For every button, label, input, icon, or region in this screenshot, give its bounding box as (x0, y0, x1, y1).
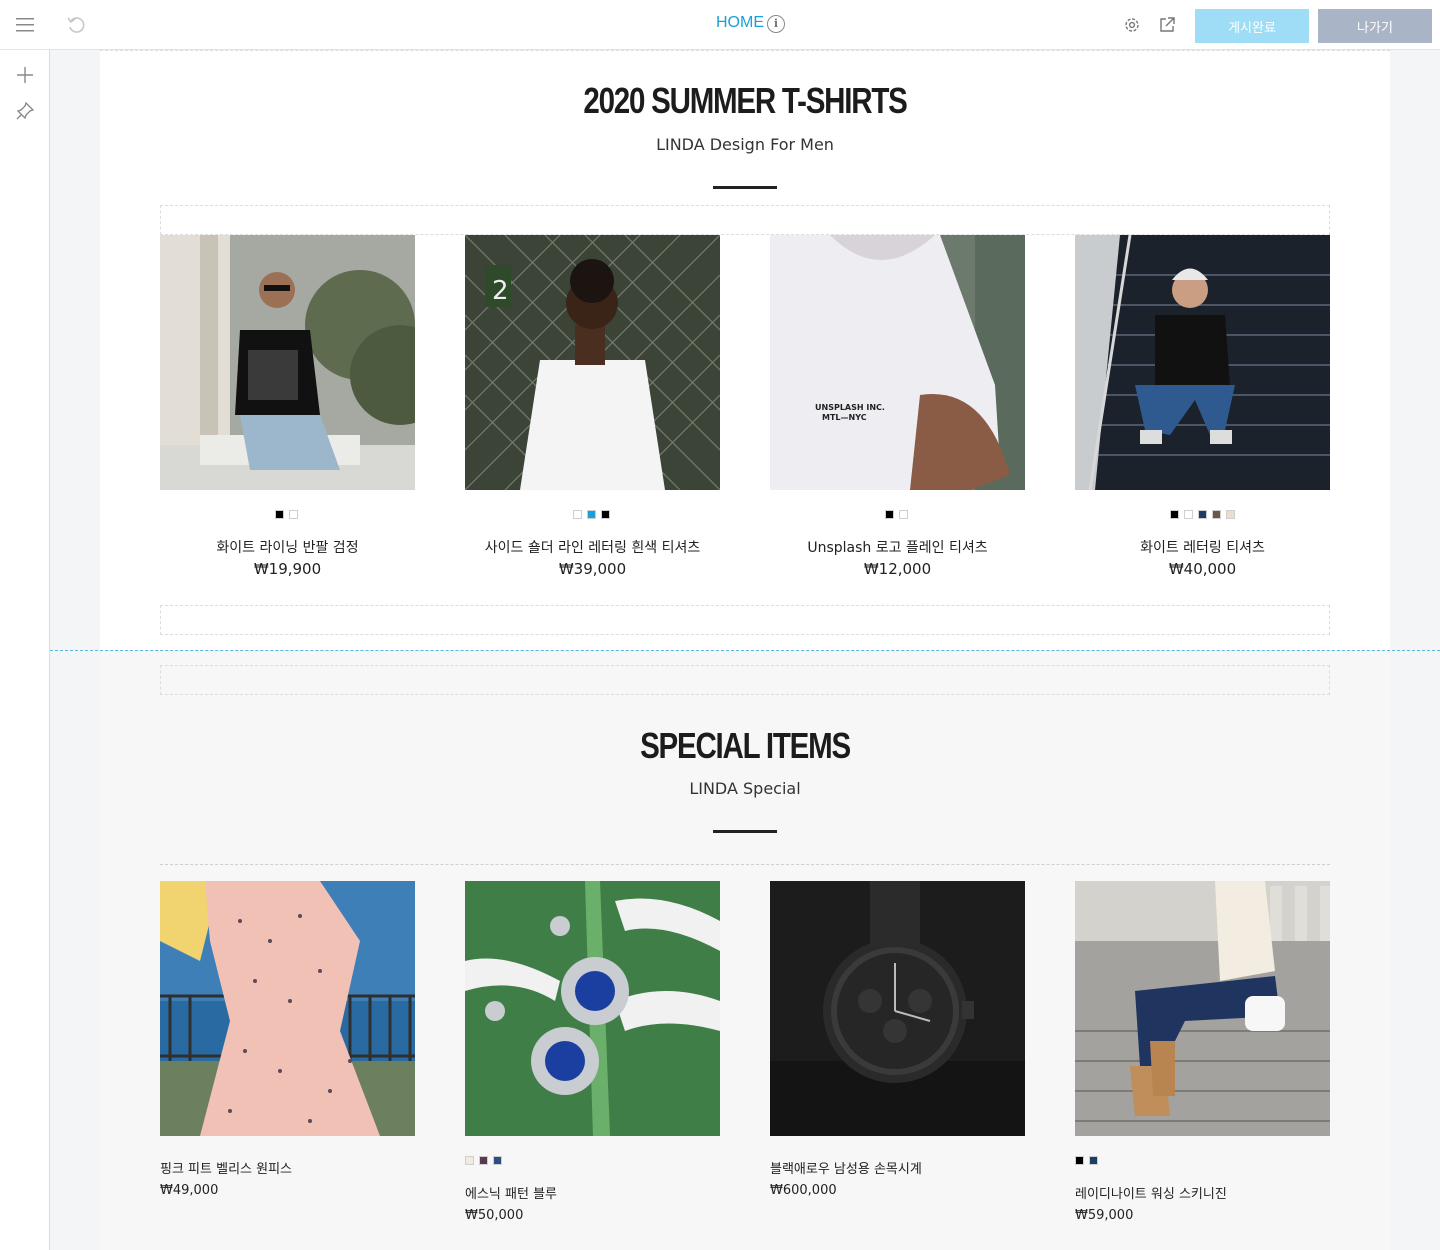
product-image[interactable] (160, 235, 415, 490)
product-image[interactable] (160, 881, 415, 1136)
swatch-white[interactable] (1184, 510, 1193, 519)
product-price: ₩50,000 (465, 1208, 524, 1223)
left-sidebar (0, 50, 50, 1250)
page-name-title[interactable]: HOME (716, 14, 764, 32)
color-swatches (573, 510, 610, 519)
product-name[interactable]: 블랙애로우 남성용 손목시계 (770, 1158, 922, 1177)
section-special-items[interactable]: SPECIAL ITEMS LINDA Special 핑크 피트 벨리스 원피… (100, 651, 1390, 1250)
swatch-blue[interactable] (493, 1156, 502, 1165)
section-subtitle[interactable]: LINDA Design For Men (100, 135, 1390, 154)
product-card[interactable]: 핑크 피트 벨리스 원피스 ₩49,000 (160, 881, 415, 1211)
product-price: ₩12,000 (863, 560, 932, 578)
product-name[interactable]: Unsplash 로고 플레인 티셔츠 (770, 537, 1025, 557)
product-image[interactable]: UNSPLASH INC. MTL—NYC (770, 235, 1025, 490)
section-subtitle[interactable]: LINDA Special (100, 779, 1390, 798)
product-price: ₩49,000 (160, 1183, 219, 1198)
drop-zone-top[interactable] (160, 665, 1330, 695)
section-title[interactable]: SPECIAL ITEMS (216, 725, 1274, 767)
title-underline (713, 186, 777, 189)
section-divider (160, 864, 1330, 865)
swatch-beige[interactable] (1226, 510, 1235, 519)
swatch-cream[interactable] (465, 1156, 474, 1165)
swatch-brown[interactable] (1212, 510, 1221, 519)
product-price: ₩39,000 (558, 560, 627, 578)
product-image[interactable]: 2 (465, 235, 720, 490)
swatch-black[interactable] (275, 510, 284, 519)
color-swatches (1075, 1156, 1098, 1165)
swatch-black[interactable] (1170, 510, 1179, 519)
section-summer-tshirts[interactable]: 2020 SUMMER T-SHIRTS LINDA Design For Me… (100, 50, 1390, 650)
svg-text:UNSPLASH INC.: UNSPLASH INC. (815, 403, 885, 412)
product-card[interactable]: 에스닉 패턴 블루 ₩50,000 (465, 881, 720, 1231)
publish-button[interactable]: 게시완료 (1195, 9, 1309, 43)
swatch-black[interactable] (601, 510, 610, 519)
product-price: ₩600,000 (770, 1183, 837, 1198)
drop-zone-bottom[interactable] (160, 605, 1330, 635)
swatch-black[interactable] (885, 510, 894, 519)
swatch-blue[interactable] (587, 510, 596, 519)
swatch-white[interactable] (573, 510, 582, 519)
section-selection-line (50, 650, 1440, 651)
design-pin-icon[interactable] (13, 99, 37, 123)
color-swatches (1170, 510, 1235, 519)
undo-icon[interactable] (64, 13, 88, 37)
color-swatches (465, 1156, 502, 1165)
info-icon[interactable]: i (767, 15, 785, 33)
product-card[interactable]: 블랙애로우 남성용 손목시계 ₩600,000 (770, 881, 1025, 1211)
color-swatches (885, 510, 908, 519)
swatch-white[interactable] (289, 510, 298, 519)
exit-button[interactable]: 나가기 (1318, 9, 1432, 43)
product-price: ₩19,900 (253, 560, 322, 578)
product-image[interactable] (770, 881, 1025, 1136)
top-toolbar: HOME i 게시완료 나가기 (0, 0, 1440, 50)
title-underline (713, 830, 777, 833)
settings-icon[interactable] (1120, 13, 1144, 37)
product-name[interactable]: 화이트 레터링 티셔츠 (1075, 537, 1330, 557)
add-icon[interactable] (13, 63, 37, 87)
color-swatches (275, 510, 298, 519)
section-divider (100, 50, 1390, 51)
product-image[interactable] (1075, 881, 1330, 1136)
product-name[interactable]: 레이디나이트 워싱 스키니진 (1075, 1183, 1227, 1202)
section-title[interactable]: 2020 SUMMER T-SHIRTS (216, 80, 1274, 122)
product-card[interactable]: 화이트 라이닝 반팔 검정 ₩19,900 (160, 235, 415, 595)
swatch-black[interactable] (1075, 1156, 1084, 1165)
swatch-navy[interactable] (1089, 1156, 1098, 1165)
menu-icon[interactable] (13, 13, 37, 37)
product-image[interactable] (465, 881, 720, 1136)
product-card[interactable]: 레이디나이트 워싱 스키니진 ₩59,000 (1075, 881, 1330, 1231)
product-name[interactable]: 핑크 피트 벨리스 원피스 (160, 1158, 292, 1177)
svg-text:MTL—NYC: MTL—NYC (822, 413, 867, 422)
product-price: ₩40,000 (1168, 560, 1237, 578)
product-card[interactable]: 화이트 레터링 티셔츠 ₩40,000 (1075, 235, 1330, 595)
product-name[interactable]: 사이드 숄더 라인 레터링 흰색 티셔츠 (465, 537, 720, 557)
product-image[interactable] (1075, 235, 1330, 490)
product-name[interactable]: 에스닉 패턴 블루 (465, 1183, 557, 1202)
swatch-white[interactable] (899, 510, 908, 519)
external-link-icon[interactable] (1155, 13, 1179, 37)
product-card[interactable]: 2 사이드 숄더 라인 레터링 흰색 티셔츠 ₩39,000 (465, 235, 720, 595)
swatch-navy[interactable] (1198, 510, 1207, 519)
product-price: ₩59,000 (1075, 1208, 1134, 1223)
svg-text:2: 2 (492, 276, 509, 306)
drop-zone-top[interactable] (160, 205, 1330, 235)
swatch-plum[interactable] (479, 1156, 488, 1165)
product-name[interactable]: 화이트 라이닝 반팔 검정 (160, 537, 415, 557)
product-card[interactable]: UNSPLASH INC. MTL—NYC Unsplash 로고 플레인 티셔… (770, 235, 1025, 595)
